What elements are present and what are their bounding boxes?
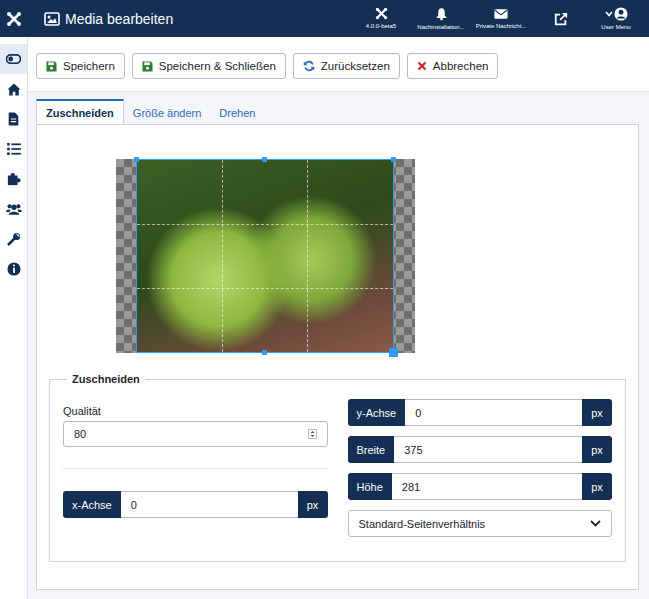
crop-handle[interactable] <box>262 350 267 355</box>
number-input[interactable] <box>121 491 298 518</box>
header-item-label: Nachinstallation... <box>417 24 464 31</box>
header-item[interactable]: Nachinstallation... <box>411 0 471 37</box>
input-prefix: y-Achse <box>348 399 406 426</box>
quality-input[interactable] <box>63 421 328 447</box>
content: Speichern Speichern & Schließen Zurücksetz… <box>28 37 649 599</box>
list-icon <box>7 143 21 155</box>
header-menu: 4.0.0-beta5 Nachinstallation... Private Na… <box>351 0 649 37</box>
toolbar-button[interactable]: Zurücksetzen <box>293 53 400 79</box>
tab[interactable]: Drehen <box>210 99 264 124</box>
header-item[interactable]: User Menu <box>591 0 641 37</box>
bell-icon <box>435 7 448 21</box>
input-group: Höhe px <box>348 473 613 500</box>
input-suffix: px <box>582 399 612 426</box>
body: Speichern Speichern & Schließen Zurücksetz… <box>0 37 649 599</box>
joomla-icon <box>375 7 388 20</box>
header-bar: Media bearbeiten 4.0.0-beta5 Nachinstallat… <box>0 0 649 37</box>
chevron-down-icon <box>605 11 613 17</box>
image-icon <box>44 12 60 26</box>
sidebar <box>0 37 28 599</box>
users-icon <box>6 203 22 215</box>
tab[interactable]: Zuschneiden <box>36 99 124 124</box>
number-input[interactable] <box>394 436 582 463</box>
toolbar-button[interactable]: Speichern & Schließen <box>132 53 286 79</box>
input-group: x-Achse px <box>63 491 328 518</box>
number-input[interactable] <box>392 473 582 500</box>
crop-handle[interactable] <box>134 157 139 162</box>
sidebar-item[interactable] <box>0 104 27 134</box>
sidebar-item[interactable] <box>0 254 27 284</box>
separator <box>63 468 328 469</box>
tabs-section: ZuschneidenGröße ändernDrehenZuschneiden… <box>36 99 639 590</box>
header-item[interactable] <box>531 0 591 37</box>
input-suffix: px <box>582 473 612 500</box>
toolbar-button[interactable]: Abbrechen <box>407 53 499 79</box>
envelope-icon <box>494 8 508 20</box>
external-link-icon <box>554 12 568 26</box>
crop-box[interactable] <box>136 159 394 353</box>
sidebar-item[interactable] <box>0 134 27 164</box>
home-icon <box>7 83 21 96</box>
close-icon <box>417 61 427 71</box>
page-title: Media bearbeiten <box>44 11 351 27</box>
sidebar-item[interactable] <box>0 164 27 194</box>
header-item-label: 4.0.0-beta5 <box>366 23 396 30</box>
photo <box>136 159 394 353</box>
left-column: Qualität x-Achse px <box>63 399 328 537</box>
crop-fieldset: ZuschneidenQualitätx-Achsepxy-AchsepxBre… <box>49 373 626 562</box>
input-suffix: px <box>298 491 328 518</box>
tab-panel: ZuschneidenQualitätx-Achsepxy-AchsepxBre… <box>36 124 639 590</box>
image-canvas <box>116 159 415 353</box>
input-prefix: x-Achse <box>63 491 121 518</box>
puzzle-icon <box>7 172 21 186</box>
crop-handle[interactable] <box>262 157 267 162</box>
toolbar-button[interactable]: Speichern <box>36 53 125 79</box>
crop-handle[interactable] <box>389 348 398 357</box>
sidebar-item[interactable] <box>0 74 27 104</box>
sync-icon <box>303 60 315 72</box>
floppy-icon <box>46 61 57 72</box>
header-item[interactable]: 4.0.0-beta5 <box>351 0 411 37</box>
info-icon <box>7 262 21 276</box>
header-item-label: User Menu <box>601 24 630 31</box>
joomla-logo-icon[interactable] <box>0 11 28 27</box>
user-menu-icons <box>605 7 628 21</box>
media-edit-page: Media bearbeiten 4.0.0-beta5 Nachinstallat… <box>0 0 649 599</box>
sidebar-item[interactable] <box>0 44 27 74</box>
user-icon <box>614 7 628 21</box>
spinner-icon[interactable] <box>308 429 317 439</box>
fieldset-legend: Zuschneiden <box>67 373 145 385</box>
quality-label: Qualität <box>63 405 328 417</box>
header-item[interactable]: Private Nachricht... <box>471 0 531 37</box>
toolbar: Speichern Speichern & Schließen Zurücksetz… <box>28 37 649 92</box>
right-column: y-Achse px Breite px Höhe px Standard-Seitenve… <box>348 399 613 537</box>
aspect-ratio-select[interactable]: Standard-Seitenverhältnis <box>348 510 613 537</box>
file-icon <box>8 112 19 126</box>
toggle-icon <box>6 54 21 64</box>
number-input[interactable] <box>405 399 582 426</box>
tab[interactable]: Größe ändern <box>124 99 210 124</box>
header-item-label: Private Nachricht... <box>476 23 527 30</box>
crop-handle[interactable] <box>391 157 396 162</box>
chevron-down-icon <box>590 520 601 527</box>
wrench-icon <box>7 232 21 246</box>
input-suffix: px <box>582 436 612 463</box>
floppy-icon <box>142 61 153 72</box>
input-group: y-Achse px <box>348 399 613 426</box>
input-prefix: Höhe <box>348 473 392 500</box>
sidebar-item[interactable] <box>0 194 27 224</box>
input-group: Breite px <box>348 436 613 463</box>
tab-list: ZuschneidenGröße ändernDrehen <box>36 99 639 124</box>
sidebar-item[interactable] <box>0 224 27 254</box>
input-prefix: Breite <box>348 436 395 463</box>
